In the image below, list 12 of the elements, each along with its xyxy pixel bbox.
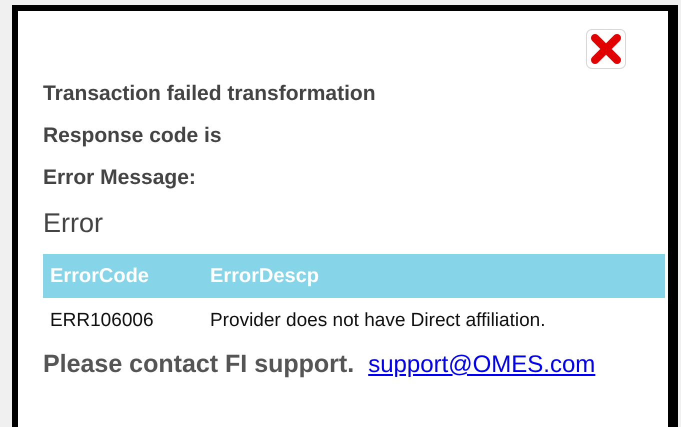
column-header: ErrorCode <box>43 254 210 298</box>
close-button[interactable] <box>586 29 626 69</box>
table-cell: ERR106006 <box>43 298 210 344</box>
support-email-link[interactable]: support@OMES.com <box>368 347 596 383</box>
support-text: Please contact FI support. <box>43 349 354 380</box>
close-icon <box>590 33 622 65</box>
error-heading: Error <box>43 207 104 240</box>
column-header: ErrorDescp <box>210 254 665 298</box>
table-cell: Provider does not have Direct affiliation. <box>210 298 665 344</box>
message-text: Response code is <box>43 123 223 149</box>
message-text: Error Message: <box>43 165 197 191</box>
message-text: Transaction failed transformation <box>43 81 377 107</box>
